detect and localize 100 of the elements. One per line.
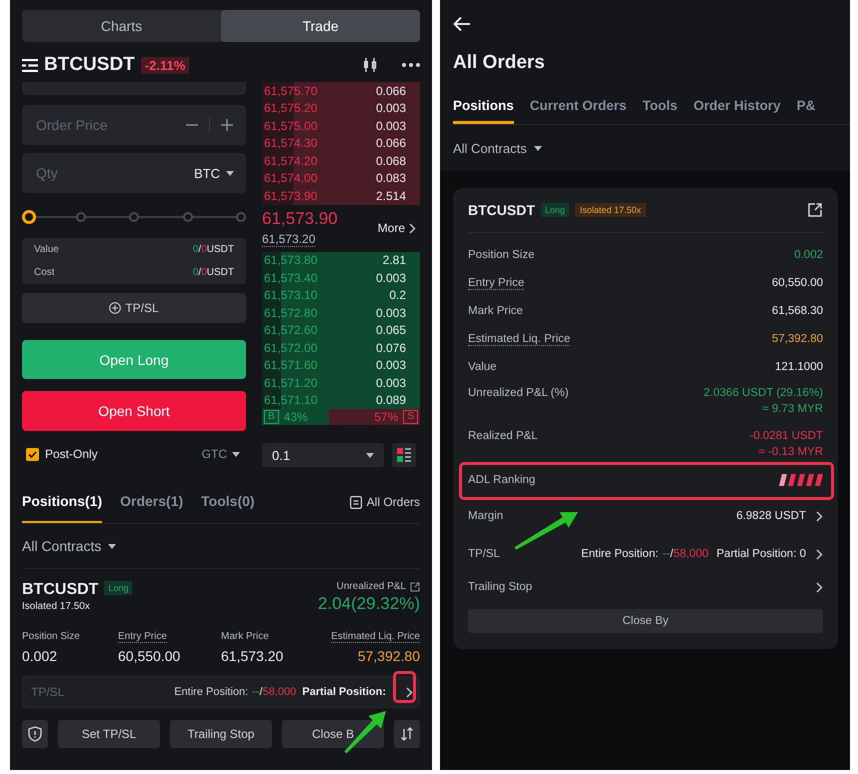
ask-price[interactable]: 61,573.90 [264,188,318,203]
ask-qty: 0.003 [376,118,406,133]
ask-price[interactable]: 61,574.30 [264,136,318,150]
row-label: ADL Ranking [468,474,536,486]
share-icon[interactable] [410,582,420,592]
row-label: Entry Price [468,276,524,290]
book-layout-button[interactable] [392,443,416,467]
position-action-button[interactable]: Set TP/SL [58,720,160,748]
position-tab[interactable]: Tools(0) [201,481,255,523]
pair-symbol[interactable]: BTCUSDT [44,54,135,76]
row-label: Mark Price [468,305,523,317]
margin-link[interactable]: 6.9828 USDT [736,510,823,522]
plus-button[interactable] [220,118,234,132]
contract-filter[interactable]: All Contracts [22,538,116,554]
qty-field[interactable]: Qty BTC [22,153,246,193]
bid-qty: 0.003 [376,358,406,372]
reverse-button[interactable] [394,720,420,748]
bid-price[interactable]: 61,573.40 [264,270,318,285]
last-price: 61,573.90 [262,208,338,228]
position-tab[interactable]: Positions(1) [22,481,102,523]
chevron-icon [816,582,823,592]
summary-label: Cost [34,267,55,278]
close-by-button[interactable]: Close By [468,609,823,633]
row-label: Margin [468,510,504,522]
contract-filter[interactable]: All Contracts [453,140,542,156]
bid-qty: 0.2 [389,288,406,302]
stat-value: 57,392.80 [356,648,420,664]
slider-thumb[interactable] [22,210,36,224]
ask-price[interactable]: 61,574.00 [264,171,318,186]
highlight-frame [393,671,416,703]
bid-price[interactable]: 61,573.80 [264,253,318,268]
more-icon[interactable] [402,63,420,67]
all-orders-button[interactable]: All Orders [350,481,420,523]
view-tab[interactable]: Trade [221,10,420,42]
orders-tab[interactable]: Positions [453,90,514,124]
risk-button[interactable] [22,720,48,748]
chevron-icon [816,510,823,522]
open-long-button[interactable]: Open Long [22,340,246,379]
orders-tab[interactable]: P& [796,90,816,124]
position-action-button[interactable]: Close B [282,720,384,748]
time-in-force-dropdown[interactable]: GTC [202,447,246,461]
share-icon[interactable] [807,202,823,218]
slider-stop[interactable] [236,212,246,222]
buy-label: B [264,410,279,424]
swap-icon [400,727,414,741]
candlestick-icon[interactable] [362,57,378,73]
ask-price[interactable]: 61,575.70 [264,84,318,98]
bid-price[interactable]: 61,571.60 [264,358,318,372]
ask-qty: 0.066 [376,136,406,150]
row-value: 6.9828 USDT [736,510,806,522]
view-tab[interactable]: Charts [22,10,221,42]
ask-qty: 0.066 [376,84,406,98]
back-icon[interactable] [453,16,471,32]
bid-price[interactable]: 61,572.60 [264,323,318,338]
position-action-button[interactable]: Trailing Stop [170,720,272,748]
ask-price[interactable]: 61,575.20 [264,101,318,116]
side-badge: Long [540,203,569,217]
summary-value: 0/0USDT [192,267,234,278]
orders-tab[interactable]: Order History [694,90,781,124]
unit-dropdown[interactable]: BTC [194,166,234,180]
slider-stop[interactable] [129,212,139,222]
trailing-stop-link[interactable] [816,582,823,592]
price-input[interactable]: Order Price [34,116,175,134]
qty-input[interactable]: Qty [34,164,184,182]
orders-tab[interactable]: Current Orders [530,90,627,124]
bid-price[interactable]: 61,572.00 [264,340,318,355]
list-icon [350,496,362,508]
bid-qty: 0.003 [376,306,406,320]
caret-icon [534,146,542,150]
bid-qty: 0.003 [376,376,406,390]
row-label: Value [468,361,497,373]
bid-qty: 0.089 [376,393,406,408]
bid-price[interactable]: 61,571.10 [264,393,318,408]
caret-icon [366,452,374,458]
chevron-icon [409,222,416,234]
position-tab[interactable]: Orders(1) [120,481,184,523]
post-only-checkbox[interactable] [26,448,39,460]
ask-qty: 2.514 [376,188,406,203]
ask-price[interactable]: 61,574.20 [264,154,318,168]
bid-price[interactable]: 61,572.80 [264,306,318,320]
row-value: ≈ -0.13 MYR [758,445,823,460]
chevron-icon [406,686,413,698]
price-field[interactable]: Order Price [22,105,246,145]
summary-label: Value [34,244,59,255]
bid-qty: 0.065 [376,323,406,338]
bid-price[interactable]: 61,571.20 [264,376,318,390]
slider-stop[interactable] [76,212,86,222]
more-link[interactable]: More [378,221,416,235]
bid-price[interactable]: 61,573.10 [264,288,318,302]
caret-icon [232,452,240,456]
pair-symbol: BTCUSDT [22,581,98,598]
tpsl-button[interactable]: TP/SL [22,293,246,323]
precision-dropdown[interactable]: 0.1 [262,443,384,467]
ask-qty: 0.003 [376,101,406,116]
orders-tab[interactable]: Tools [642,90,678,124]
bid-qty: 0.003 [376,270,406,285]
open-short-button[interactable]: Open Short [22,391,246,431]
row-value: 60,550.00 [772,276,823,291]
slider-stop[interactable] [182,212,192,222]
ask-price[interactable]: 61,575.00 [264,118,318,133]
